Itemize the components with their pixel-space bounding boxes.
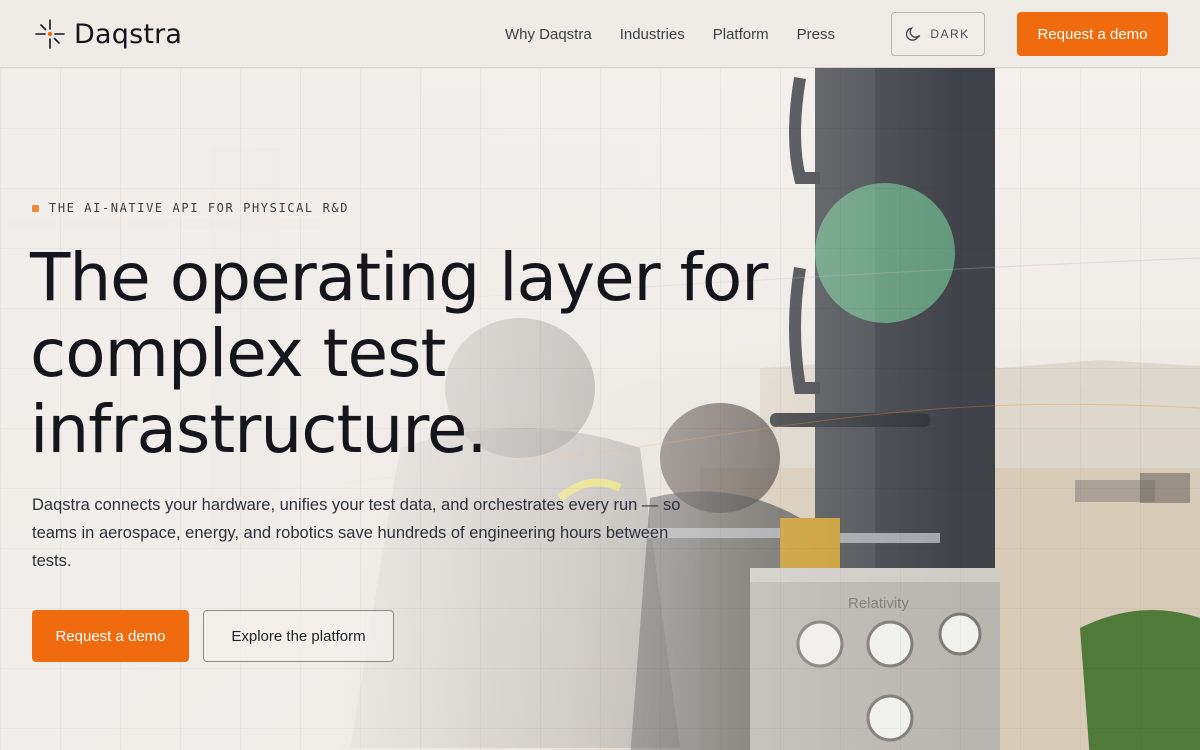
spark-logo-icon xyxy=(35,19,65,49)
eyebrow-text: THE AI-NATIVE API FOR PHYSICAL R&D xyxy=(49,201,350,215)
nav-link-why-daqstra[interactable]: Why Daqstra xyxy=(505,26,592,43)
hero-eyebrow: THE AI-NATIVE API FOR PHYSICAL R&D xyxy=(32,201,349,215)
site-header: Daqstra Why Daqstra Industries Platform … xyxy=(0,0,1200,68)
eyebrow-bullet-icon xyxy=(32,204,39,212)
dark-mode-label: DARK xyxy=(930,27,970,41)
hero-description: Daqstra connects your hardware, unifies … xyxy=(32,496,681,570)
headline-line-3: infrastructure. xyxy=(30,391,487,468)
moon-icon xyxy=(906,27,921,41)
explore-platform-button[interactable]: Explore the platform xyxy=(203,610,394,662)
headline-line-2: complex test xyxy=(30,315,446,392)
nav-link-industries[interactable]: Industries xyxy=(620,26,685,43)
brand-home-link[interactable]: Daqstra xyxy=(34,18,182,50)
nav-link-press[interactable]: Press xyxy=(797,26,835,43)
hero-headline: The operating layer for complex test inf… xyxy=(30,240,790,468)
dark-mode-toggle[interactable]: DARK xyxy=(891,12,985,56)
primary-nav: Why Daqstra Industries Platform Press xyxy=(505,0,835,68)
brand-name: Daqstra xyxy=(74,18,183,50)
headline-line-1: The operating layer for xyxy=(30,239,768,316)
header-request-demo-button[interactable]: Request a demo xyxy=(1017,12,1168,56)
nav-link-platform[interactable]: Platform xyxy=(713,26,769,43)
hero-request-demo-button[interactable]: Request a demo xyxy=(32,610,189,662)
